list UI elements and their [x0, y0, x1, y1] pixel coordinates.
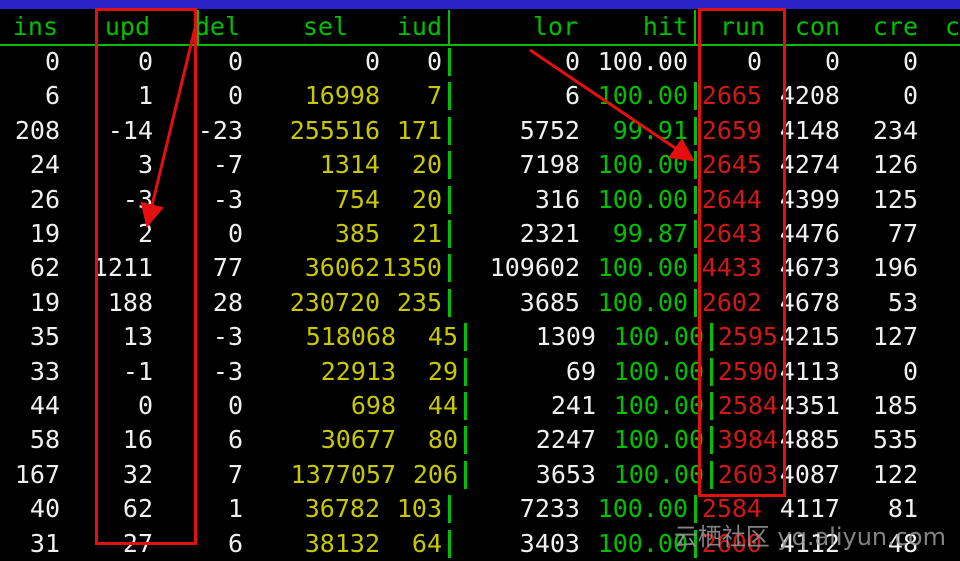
watermark-text: 云栖社区 yq.aliyun.com — [673, 523, 946, 551]
annotation-arrows — [140, 23, 695, 228]
arrow-to-upd — [140, 23, 198, 228]
arrow-to-run — [529, 48, 695, 162]
